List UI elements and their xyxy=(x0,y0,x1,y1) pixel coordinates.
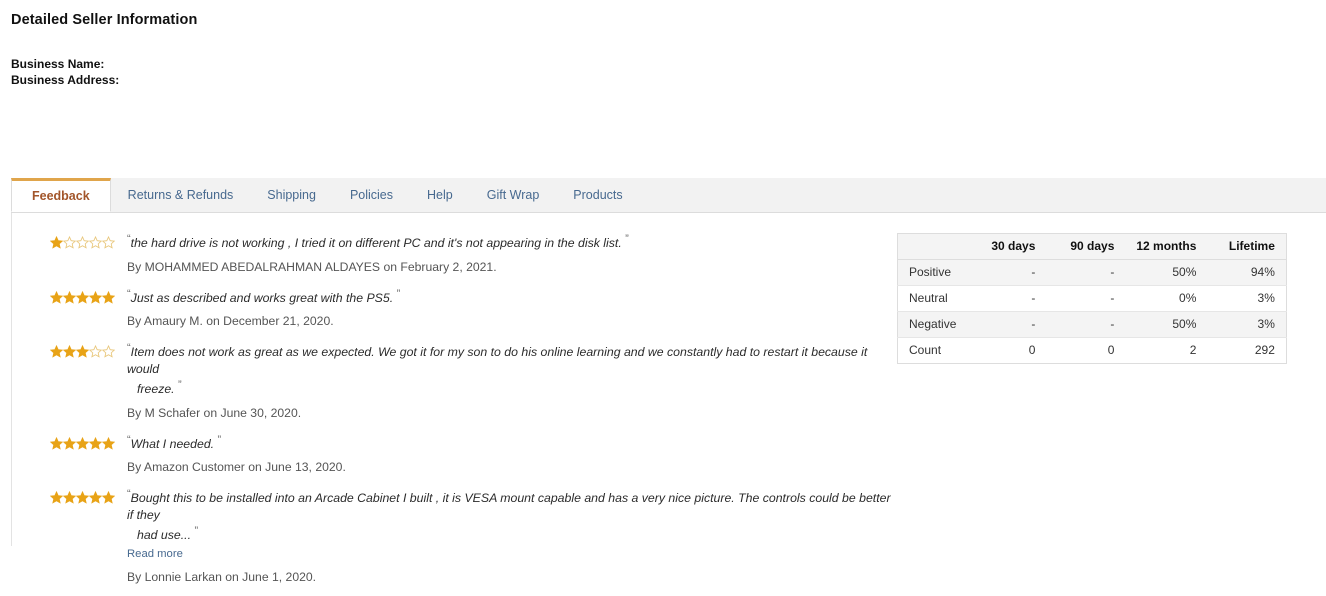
page-title: Detailed Seller Information xyxy=(11,12,198,28)
review-body: “Item does not work as great as we expec… xyxy=(112,340,892,421)
feedback-summary-section: 30 days 90 days 12 months Lifetime Positive… xyxy=(892,231,1287,364)
cell-positive-lifetime: 94% xyxy=(1207,259,1287,286)
cell-positive-12-months: 50% xyxy=(1125,259,1208,286)
review-body: “the hard drive is not working , I tried… xyxy=(112,231,892,275)
cell-neutral-30-days: - xyxy=(967,285,1047,312)
business-address-label: Business Address: xyxy=(11,73,120,88)
cell-negative-30-days: - xyxy=(967,311,1047,338)
review-text-line-1: Just as described and works great with t… xyxy=(130,290,394,305)
column-header-30-days: 30 days xyxy=(967,233,1047,260)
review-text-line-1: What I needed. xyxy=(130,436,215,451)
review-item: “Just as described and works great with … xyxy=(50,286,892,330)
table-row: Negative - -50% 3% xyxy=(897,311,1287,338)
cell-negative-90-days: - xyxy=(1046,311,1126,338)
column-header-lifetime: Lifetime xyxy=(1207,233,1287,260)
star-rating xyxy=(50,432,115,450)
cell-neutral-90-days: - xyxy=(1046,285,1126,312)
tab-feedback[interactable]: Feedback xyxy=(11,178,111,212)
table-header-row: 30 days 90 days 12 months Lifetime xyxy=(897,233,1287,260)
close-quote-mark: ” xyxy=(625,233,629,245)
review-text-line-1: Bought this to be installed into an Arca… xyxy=(127,491,891,522)
tab-products[interactable]: Products xyxy=(556,178,639,212)
review-text-line-1: Item does not work as great as we expect… xyxy=(127,345,868,376)
review-text: “What I needed. ” xyxy=(127,432,892,453)
review-byline: By MOHAMMED ABEDALRAHMAN ALDAYES on Febr… xyxy=(127,259,497,274)
cell-neutral-lifetime: 3% xyxy=(1207,285,1287,312)
feedback-tab-panel: “the hard drive is not working , I tried… xyxy=(11,213,1326,584)
star-rating xyxy=(50,231,115,249)
review-byline: By Amazon Customer on June 13, 2020. xyxy=(127,460,346,474)
feedback-ratings-table: 30 days 90 days 12 months Lifetime Positive… xyxy=(897,233,1287,364)
column-header-12-months: 12 months xyxy=(1125,233,1208,260)
table-header: 30 days 90 days 12 months Lifetime xyxy=(897,233,1287,260)
review-body: “Bought this to be installed into an Arc… xyxy=(112,486,892,585)
cell-count-90-days: 0 xyxy=(1046,337,1126,364)
tab-returns-refunds[interactable]: Returns & Refunds xyxy=(111,178,251,212)
close-quote-mark: ” xyxy=(178,379,182,391)
feedback-review-list: “the hard drive is not working , I tried… xyxy=(12,231,892,596)
cell-positive-30-days: - xyxy=(967,259,1047,286)
tab-policies[interactable]: Policies xyxy=(333,178,410,212)
review-text: “the hard drive is not working , I tried… xyxy=(127,231,892,252)
row-label-negative: Negative xyxy=(897,311,968,338)
review-text: “Item does not work as great as we expec… xyxy=(127,340,892,398)
tab-list: Feedback Returns & Refunds Shipping Policie… xyxy=(11,178,1326,212)
table-row: Count 0 0 2 292 xyxy=(897,337,1287,364)
business-name-label: Business Name: xyxy=(11,57,105,71)
close-quote-mark: ” xyxy=(217,433,222,446)
tab-help[interactable]: Help xyxy=(410,178,470,212)
row-label-positive: Positive xyxy=(897,259,968,286)
review-item: “Item does not work as great as we expec… xyxy=(50,340,892,421)
cell-count-12-months: 2 xyxy=(1125,337,1208,364)
column-header-90-days: 90 days xyxy=(1046,233,1126,260)
review-item: “What I needed. ” By Amazon Customer on J… xyxy=(50,432,892,476)
cell-count-lifetime: 292 xyxy=(1207,337,1287,364)
seller-tab-bar: Feedback Returns & Refunds Shipping Policie… xyxy=(11,178,1326,213)
cell-positive-90-days: - xyxy=(1046,259,1126,286)
business-details: Business Name: Business Address: xyxy=(11,56,1326,89)
tab-gift-wrap[interactable]: Gift Wrap xyxy=(470,178,557,212)
review-text-line-2: had use... ” xyxy=(137,525,199,542)
seller-information-header: Detailed Seller Information Business Nam… xyxy=(0,0,1326,89)
review-byline: By Amaury M. on December 21, 2020. xyxy=(127,314,334,328)
tab-shipping[interactable]: Shipping xyxy=(250,178,333,212)
cell-count-30-days: 0 xyxy=(967,337,1047,364)
cell-neutral-12-months: 0% xyxy=(1125,285,1208,312)
close-quote-mark: ” xyxy=(396,287,401,300)
review-byline: By M Schafer on June 30, 2020. xyxy=(127,405,302,420)
review-body: “Just as described and works great with … xyxy=(112,286,892,330)
table-body: Positive - -50% 94% Neutral - -0% 3% Negative - -5… xyxy=(897,259,1287,364)
cell-negative-lifetime: 3% xyxy=(1207,311,1287,338)
review-body: “What I needed. ” By Amazon Customer on J… xyxy=(112,432,892,476)
row-label-count: Count xyxy=(897,337,968,364)
cell-negative-12-months: 50% xyxy=(1125,311,1208,338)
review-byline: By Lonnie Larkan on June 1, 2020. xyxy=(127,569,317,584)
table-corner-cell xyxy=(897,233,968,260)
review-text: “Just as described and works great with … xyxy=(127,286,892,307)
row-label-neutral: Neutral xyxy=(897,285,968,312)
star-rating xyxy=(50,340,115,358)
star-rating xyxy=(50,486,115,504)
close-quote-mark: ” xyxy=(194,525,199,537)
read-more-link[interactable]: Read more xyxy=(127,547,183,562)
review-item: “Bought this to be installed into an Arc… xyxy=(50,486,892,585)
table-row: Neutral - -0% 3% xyxy=(897,285,1287,312)
review-text-line-1: the hard drive is not working , I tried … xyxy=(130,236,622,250)
review-item: “the hard drive is not working , I tried… xyxy=(50,231,892,275)
review-text-line-2: freeze. ” xyxy=(137,379,182,396)
star-rating xyxy=(50,286,115,304)
table-row: Positive - -50% 94% xyxy=(897,259,1287,286)
review-text: “Bought this to be installed into an Arc… xyxy=(127,486,892,544)
